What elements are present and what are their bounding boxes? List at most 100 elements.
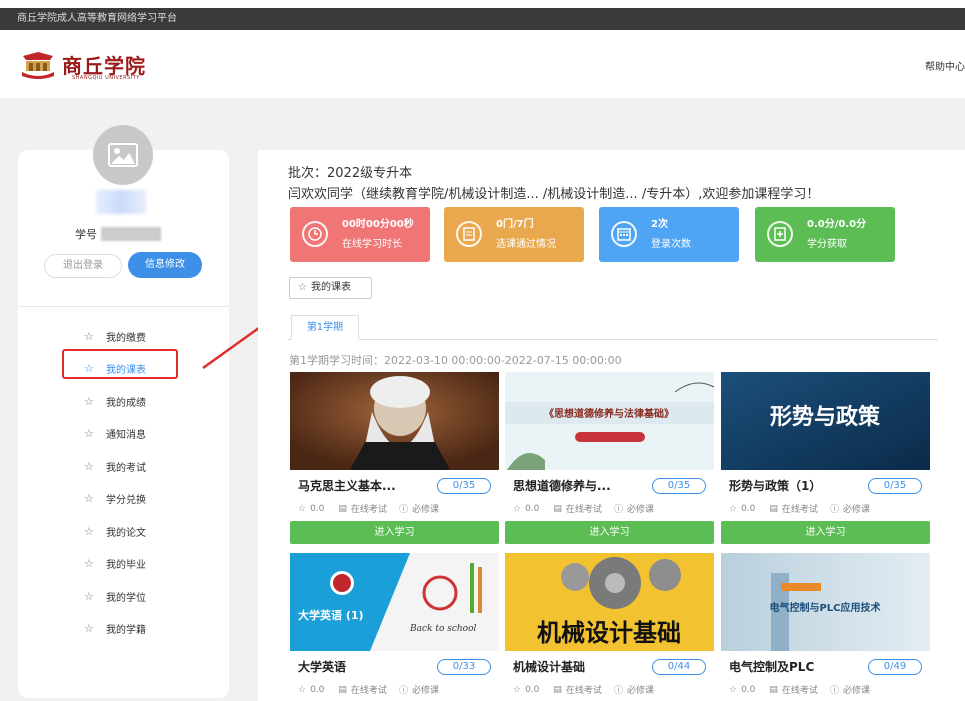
edit-info-button[interactable]: 信息修改 [128,252,202,278]
rating-value: 0.0 [525,684,540,695]
course-meta: ☆ 0.0 ▤ 在线考试 ⓘ 必修课 [513,502,713,516]
star-icon: ☆ [729,684,738,695]
course-thumbnail-plc[interactable]: 电气控制与PLC应用技术 [721,553,930,651]
stat-label: 选课通过情况 [496,239,556,250]
stat-label: 学分获取 [807,239,847,250]
thumb-text: 形势与政策 [770,404,881,430]
rating-value: 0.0 [741,503,756,514]
platform-title: 商丘学院成人高等教育网络学习平台 [17,13,177,24]
course-title[interactable]: 电气控制及PLC [729,658,814,675]
star-icon: ☆ [298,503,307,514]
star-icon: ☆ [84,394,94,408]
info-circle-icon: ⓘ [613,505,623,515]
course-type: 必修课 [411,505,439,515]
sidebar: 学号 退出登录 信息修改 ☆ 我的缴费 ☆ 我的课表 ☆ 我的成绩 ☆ 通知消息 ☆ 我的考试 ☆ 学… [18,125,229,698]
exam-type: 在线考试 [565,686,602,696]
info-circle-icon: ⓘ [829,505,839,515]
course-type: 必修课 [626,505,654,515]
course-thumbnail-english[interactable]: 大学英语 (1) Back to school [290,553,499,651]
enter-study-button[interactable]: 进入学习 [290,521,499,544]
sidebar-item[interactable]: ☆ 我的论文 [18,515,229,548]
logout-button[interactable]: 退出登录 [44,254,122,278]
course-title[interactable]: 大学英语 [298,658,346,675]
thumb-text: 机械设计基础 [537,619,681,647]
course-progress-badge: 0/35 [868,478,922,494]
star-icon: ☆ [513,503,522,514]
stat-login-count: 2次 登录次数 [599,207,739,262]
course-progress-badge: 0/35 [437,478,491,494]
thumb-text: 《思想道德修养与法律基础》 [544,407,674,420]
stat-course-pass: 0门/7门 选课通过情况 [444,207,584,262]
clock-icon [302,221,328,247]
avatar[interactable] [93,125,153,185]
rating-value: 0.0 [310,503,325,514]
thumb-subtext: Back to school [409,624,477,634]
sidebar-item[interactable]: ☆ 我的学位 [18,580,229,613]
course-progress-badge: 0/49 [868,659,922,675]
stat-value: 0.0分/0.0分 [807,219,867,230]
exam-type: 在线考试 [565,505,602,515]
sidebar-item[interactable]: ☆ 我的成绩 [18,385,229,418]
sidebar-item-label: 我的缴费 [106,332,146,344]
sidebar-item[interactable]: ☆ 我的缴费 [18,320,229,353]
logo-subtext: SHANGQIU UNIVERSITY [72,75,140,81]
top-bar: 商丘学院成人高等教育网络学习平台 [0,8,965,30]
course-thumbnail-ethics[interactable]: 《思想道德修养与法律基础》 [505,372,714,470]
course-type: 必修课 [411,686,439,696]
student-id-row: 学号 [75,226,161,242]
course-card: 机械设计基础 机械设计基础 0/44 ☆ 0.0 ▤ 在线考试 ⓘ 必修课 [505,553,714,701]
course-card: 大学英语 (1) Back to school 大学英语 0/33 ☆ 0.0 ▤… [290,553,499,701]
course-title[interactable]: 形势与政策（1） [729,477,821,494]
info-circle-icon: ⓘ [398,505,408,515]
course-thumbnail-marx[interactable] [290,372,499,470]
sidebar-item[interactable]: ☆ 我的考试 [18,450,229,483]
user-name-blurred [96,190,146,214]
sidebar-item[interactable]: ☆ 我的毕业 [18,548,229,581]
info-circle-icon: ⓘ [613,686,623,696]
thumb-text: 大学英语 (1) [298,608,364,622]
course-type: 必修课 [842,686,870,696]
star-icon: ☆ [84,557,94,571]
sidebar-item[interactable]: ☆ 通知消息 [18,418,229,451]
sidebar-item-label: 通知消息 [106,430,146,442]
my-courses-label: 我的课表 [310,282,351,293]
sidebar-item-label: 学分兑换 [106,495,146,507]
sidebar-divider [18,306,229,307]
thumb-text: 电气控制与PLC应用技术 [769,601,880,614]
tab-underline [288,339,938,340]
tab-term-1[interactable]: 第1学期 [291,315,359,340]
exam-type: 在线考试 [781,686,818,696]
enter-study-button[interactable]: 进入学习 [721,521,930,544]
star-icon: ☆ [513,684,522,695]
course-card: 形势与政策 形势与政策（1） 0/35 ☆ 0.0 ▤ 在线考试 ⓘ 必修课 进入学习 [721,372,930,552]
stat-value: 00时00分00秒 [342,219,414,230]
course-thumbnail-mechanical[interactable]: 机械设计基础 [505,553,714,651]
info-circle-icon: ⓘ [398,686,408,696]
course-title[interactable]: 马克思主义基本... [298,477,396,494]
info-circle-icon: ⓘ [829,686,839,696]
enter-study-button[interactable]: 进入学习 [505,521,714,544]
student-id-blurred [101,227,161,241]
annotation-highlight-box [62,349,178,379]
sidebar-item-label: 我的论文 [106,527,146,539]
sidebar-item[interactable]: ☆ 学分兑换 [18,483,229,516]
student-id-label: 学号 [75,228,97,241]
my-courses-button[interactable]: ☆ 我的课表 [289,277,372,299]
welcome-text: 闫欢欢同学（继续教育学院/机械设计制造... /机械设计制造... /专升本）,… [288,187,820,202]
course-title[interactable]: 思想道德修养与... [513,477,611,494]
course-type: 必修课 [626,686,654,696]
logo-emblem-icon [20,52,56,80]
star-icon: ☆ [84,589,94,603]
course-meta: ☆ 0.0 ▤ 在线考试 ⓘ 必修课 [298,683,498,697]
header: 商丘学院 SHANGQIU UNIVERSITY 帮助中心 [0,30,965,98]
course-thumbnail-policy[interactable]: 形势与政策 [721,372,930,470]
exam-doc-icon: ▤ [769,684,778,695]
exam-type: 在线考试 [781,505,818,515]
help-center-link[interactable]: 帮助中心 [925,58,965,73]
sidebar-item[interactable]: ☆ 我的学籍 [18,613,229,646]
star-icon: ☆ [84,329,94,343]
logo[interactable]: 商丘学院 SHANGQIU UNIVERSITY [20,52,146,81]
course-title[interactable]: 机械设计基础 [513,658,585,675]
course-card: 《思想道德修养与法律基础》 思想道德修养与... 0/35 ☆ 0.0 ▤ 在线考试… [505,372,714,552]
course-progress-badge: 0/33 [437,659,491,675]
